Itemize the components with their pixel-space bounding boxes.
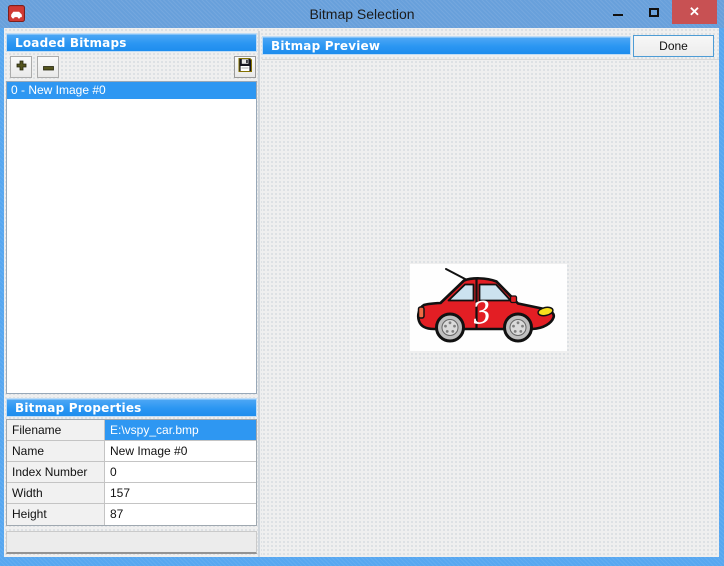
bitmap-properties-header: Bitmap Properties [6,398,257,417]
add-bitmap-button[interactable] [10,56,32,78]
app-car-icon [8,5,25,22]
property-label: Filename [7,420,105,441]
status-bar [6,531,257,554]
close-button[interactable]: ✕ [672,0,717,24]
floppy-disk-icon [237,57,253,78]
bitmap-properties-table: Filename E:\vspy_car.bmp Name New Image … [6,419,257,526]
maximize-button[interactable] [636,0,672,24]
property-label: Height [7,504,105,525]
loaded-bitmaps-list[interactable]: 0 - New Image #0 [6,81,257,394]
name-field[interactable]: New Image #0 [105,441,256,462]
property-label: Name [7,441,105,462]
filename-field[interactable]: E:\vspy_car.bmp [105,420,256,441]
loaded-bitmaps-header: Loaded Bitmaps [6,33,257,52]
window-title: Bitmap Selection [309,6,414,22]
minus-icon [43,58,54,76]
plus-icon [16,58,27,76]
titlebar: Bitmap Selection ✕ [0,0,724,28]
height-field[interactable]: 87 [105,504,256,525]
minimize-icon [613,14,623,16]
rear-wheel [437,314,464,341]
remove-bitmap-button[interactable] [37,56,59,78]
done-button-label: Done [659,39,688,53]
save-bitmap-button[interactable] [234,56,256,78]
done-button[interactable]: Done [633,35,714,57]
width-field[interactable]: 157 [105,483,256,504]
list-item-label: 0 - New Image #0 [11,83,106,97]
window-controls: ✕ [600,0,717,24]
preview-car-bitmap: 3 [410,264,567,351]
property-label: Index Number [7,462,105,483]
property-label: Width [7,483,105,504]
bitmap-selection-dialog: Bitmap Selection ✕ Loaded Bitmaps [0,0,724,566]
maximize-icon [649,8,659,17]
close-icon: ✕ [689,4,700,20]
minimize-button[interactable] [600,0,636,24]
panel-splitter[interactable] [258,31,260,557]
bitmap-preview-header: Bitmap Preview [262,36,631,55]
red-car-image: 3 [410,264,567,351]
front-wheel [505,314,532,341]
list-item[interactable]: 0 - New Image #0 [7,82,256,99]
index-number-field[interactable]: 0 [105,462,256,483]
